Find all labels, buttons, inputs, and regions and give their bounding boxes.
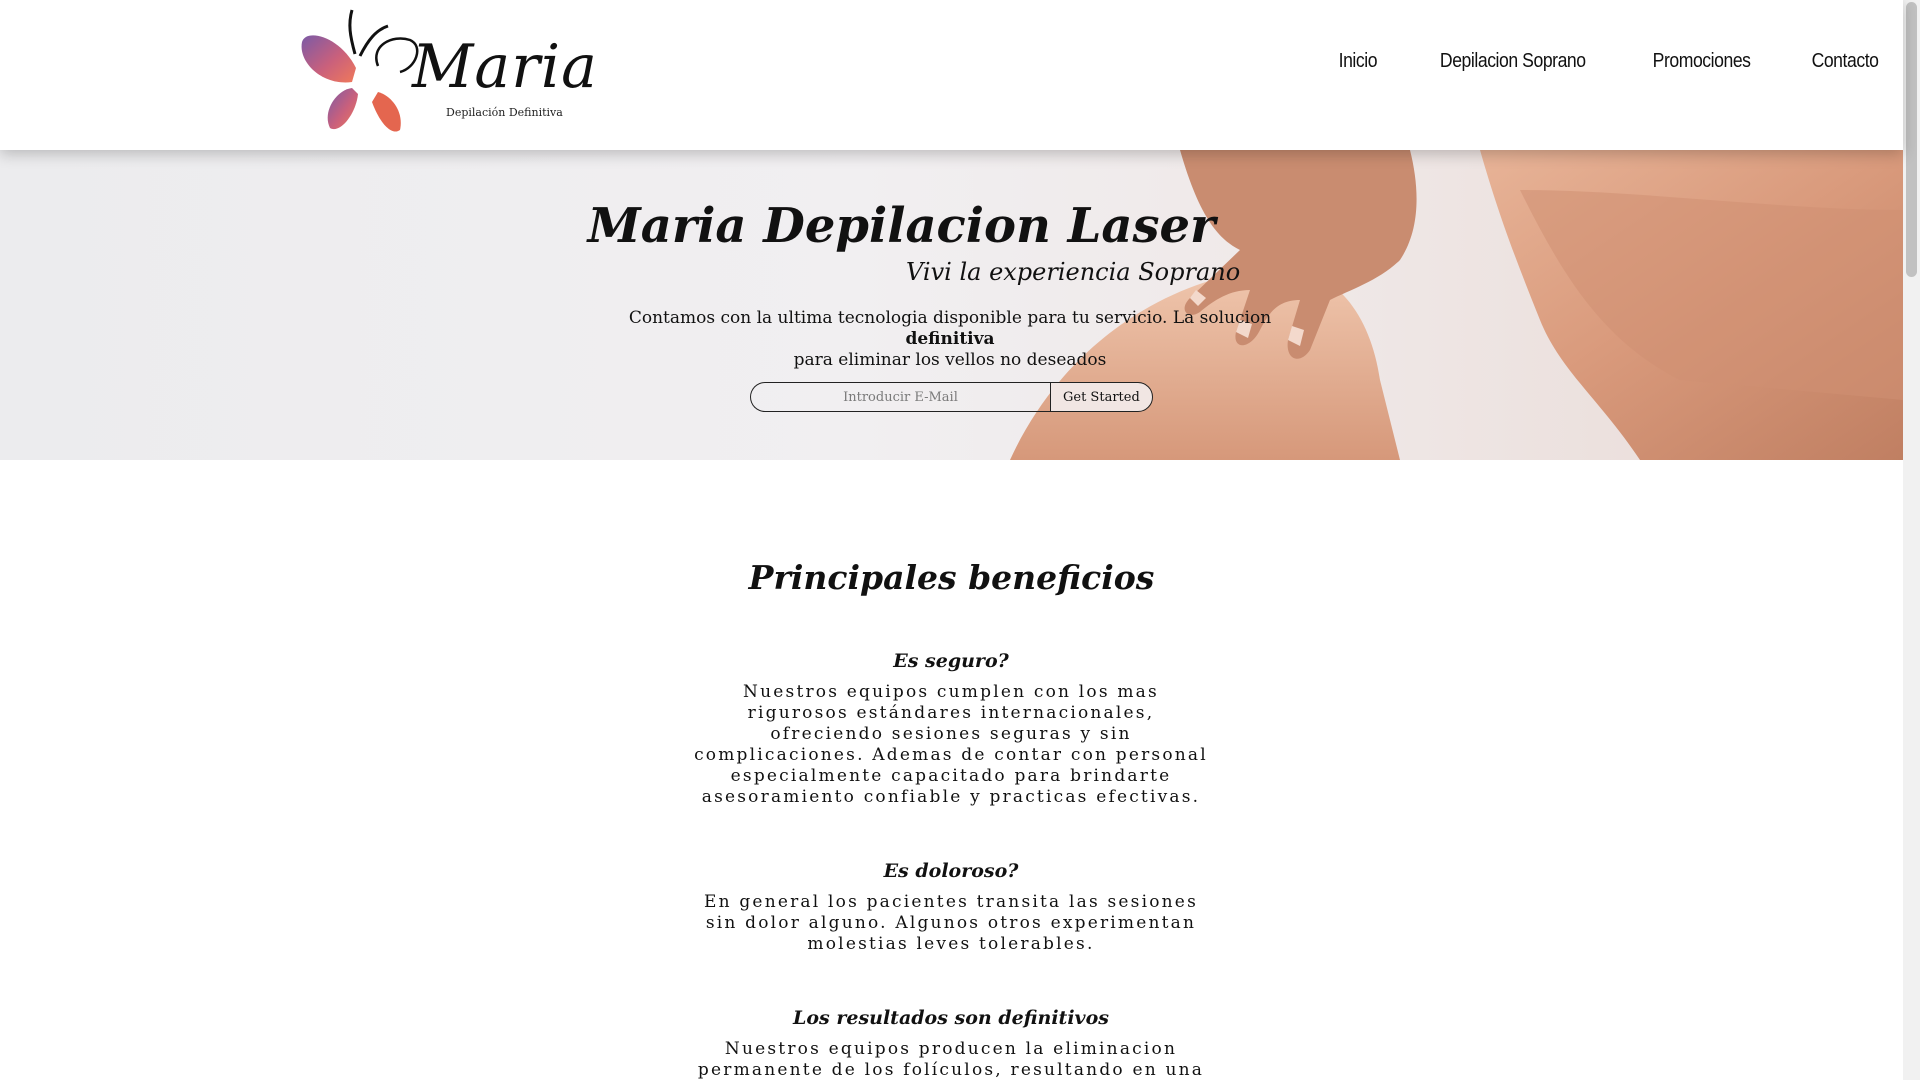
hero-photo [1010,150,1903,460]
benefit-text: Nuestros equipos cumplen con los mas rig… [694,682,1208,807]
benefit-item: Es doloroso? En general los pacientes tr… [690,860,1212,955]
email-input[interactable] [750,382,1050,412]
nav-promociones[interactable]: Promociones [1652,50,1750,73]
logo[interactable]: Maria Depilación Definitiva [300,6,597,138]
email-signup-form: Get Started [750,382,1153,412]
site-header: Maria Depilación Definitiva Inicio Depil… [0,0,1903,150]
benefits-title: Principales beneficios [748,558,1155,597]
benefit-item: Los resultados son definitivos Nuestros … [690,1007,1212,1080]
benefit-item: Es seguro? Nuestros equipos cumplen con … [690,650,1212,808]
logo-tagline: Depilación Definitiva [446,106,563,119]
nav-inicio[interactable]: Inicio [1339,50,1378,73]
benefit-text: En general los pacientes transita las se… [703,892,1198,954]
benefit-text: Nuestros equipos producen la eliminacion… [697,1039,1205,1080]
benefit-title: Es seguro? [893,650,1009,672]
nav-contacto[interactable]: Contacto [1812,50,1879,73]
hero-banner: Maria Depilacion Laser Vivi la experienc… [0,150,1903,460]
page-scrollbar[interactable] [1903,0,1920,1080]
nav-depilacion-soprano[interactable]: Depilacion Soprano [1440,50,1586,73]
hero-subtitle: Vivi la experiencia Soprano [906,258,1241,286]
benefit-title: Los resultados son definitivos [793,1007,1109,1029]
hero-description: Contamos con la ultima tecnologia dispon… [628,308,1272,370]
hero-title: Maria Depilacion Laser [587,198,1216,254]
scrollbar-thumb[interactable] [1906,2,1917,277]
logo-wordmark: Maria [412,32,598,102]
benefit-title: Es doloroso? [883,860,1019,882]
main-nav: Inicio Depilacion Soprano Promociones Co… [1336,50,1883,73]
get-started-button[interactable]: Get Started [1050,382,1153,412]
benefits-section: Principales beneficios Es seguro? Nuestr… [0,460,1903,1080]
